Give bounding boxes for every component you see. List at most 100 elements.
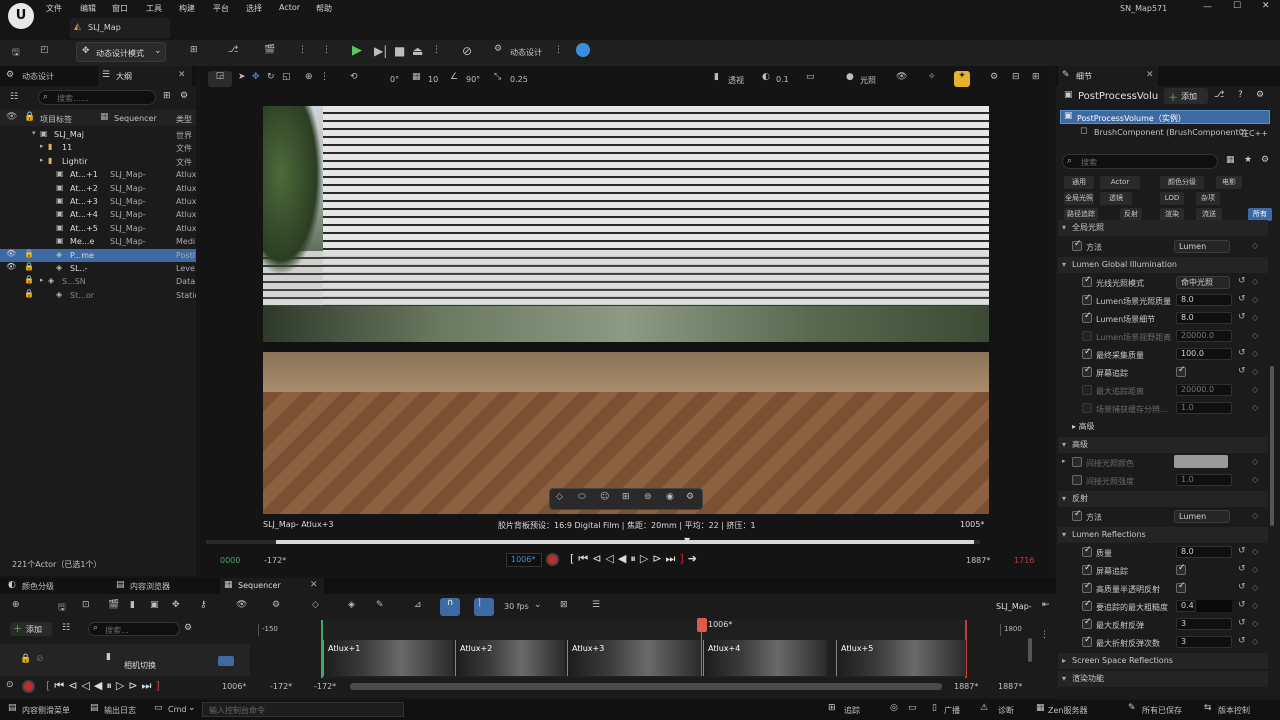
next-frame-icon[interactable]: ▷	[640, 552, 652, 565]
reset-icon[interactable]: ↺	[1238, 348, 1246, 358]
camera-cut-clip[interactable]: Atlux+4	[703, 640, 827, 676]
lock-icon[interactable]: 🔒	[24, 275, 34, 284]
section-header[interactable]: ▾ 反射	[1058, 491, 1268, 507]
star-icon[interactable]: ★	[1244, 155, 1252, 165]
fx-icon[interactable]: ⚙	[272, 600, 280, 610]
brush-icon[interactable]: ✎	[376, 600, 384, 610]
camera-speed-icon[interactable]: ◐	[762, 72, 770, 82]
reset-icon[interactable]: ↺	[1238, 582, 1246, 592]
play-icon[interactable]: ▶	[352, 43, 362, 58]
indirect-color-checkbox[interactable]	[1072, 457, 1082, 467]
version-control-label[interactable]: 版本控制	[1218, 705, 1250, 716]
camera-cut-clip[interactable]: Atlux+2	[455, 640, 565, 676]
loop-icon[interactable]: ⊙	[6, 680, 14, 690]
angle-snap-icon[interactable]: ∠	[450, 72, 458, 82]
keyframe-icon[interactable]: ◇	[1252, 385, 1258, 394]
add-component-button[interactable]: ＋ 添加	[1164, 88, 1208, 104]
keyframe-icon[interactable]: ◇	[1252, 457, 1258, 466]
camera-icon[interactable]: ▮	[130, 600, 135, 610]
expand-icon[interactable]: ⋮	[1040, 630, 1049, 640]
keyframe-icon[interactable]: ◇	[1252, 313, 1258, 322]
property-field[interactable]: 20000.0	[1176, 384, 1232, 396]
property-checkbox[interactable]	[1082, 365, 1092, 377]
solo-icon[interactable]: ⊘	[36, 654, 44, 664]
layers-icon[interactable]: ⊜	[644, 492, 652, 502]
loop-icon[interactable]: ➜	[688, 552, 701, 565]
section-header[interactable]: ▾ Lumen Global Illumination	[1058, 257, 1268, 273]
add-folder-icon[interactable]: ⊞	[163, 91, 171, 101]
perspective-label[interactable]: 透视	[728, 75, 744, 86]
component-root[interactable]: ▣ PostProcessVolume（实例）	[1060, 110, 1270, 124]
prev-frame-icon[interactable]: ◁	[81, 679, 93, 692]
property-field[interactable]: 1.0	[1176, 402, 1232, 414]
section-header[interactable]: ▸ Screen Space Reflections	[1058, 653, 1268, 669]
reset-icon[interactable]: ↺	[1238, 276, 1246, 286]
outliner-row[interactable]: ▣ At...+5 SLJ_Map- Atlux	[0, 222, 196, 235]
render-icon[interactable]: 🎬	[108, 600, 119, 610]
world-icon[interactable]: ⊕	[305, 72, 313, 82]
property-field[interactable]: 3	[1176, 618, 1232, 630]
more-icon[interactable]: ⋮	[322, 45, 331, 55]
keyframe-icon[interactable]: ◇	[1252, 583, 1258, 592]
surface-snap-icon[interactable]: ⟲	[350, 72, 358, 82]
tab-outliner[interactable]: ☰ 大纲 ✕	[98, 66, 192, 86]
more-icon[interactable]: ⋮	[298, 45, 307, 55]
magnet-icon[interactable]: ∩	[440, 598, 460, 616]
seq-pre-frame-2[interactable]: -172*	[314, 682, 336, 691]
next-key-icon[interactable]: ⊳	[128, 679, 141, 692]
scale-snap-icon[interactable]: ⤡	[494, 72, 501, 82]
record-icon[interactable]	[22, 680, 35, 693]
grid-value[interactable]: 10	[428, 75, 438, 84]
find-icon[interactable]: ⊡	[82, 600, 90, 610]
lit-label[interactable]: 光照	[860, 75, 876, 86]
back-icon[interactable]: ⇤	[1042, 600, 1050, 610]
rotation-value[interactable]: 0°	[390, 75, 399, 84]
to-end-icon[interactable]: ⏭	[142, 679, 156, 692]
v-scroll[interactable]	[1028, 638, 1032, 662]
cursor-icon[interactable]: ➤	[238, 72, 246, 82]
property-checkbox[interactable]	[1082, 311, 1092, 323]
property-field[interactable]: 20000.0	[1176, 330, 1232, 342]
browse-icon[interactable]: ◰	[40, 45, 49, 55]
keyframe-icon[interactable]: ◇	[1252, 367, 1258, 376]
gear-icon[interactable]: ⚙	[686, 492, 694, 502]
seq-pre-frame[interactable]: -172*	[270, 682, 292, 691]
close-icon[interactable]: ✕	[310, 580, 318, 590]
expand-arrow-icon[interactable]: ▾	[32, 129, 36, 137]
select-mode-icon[interactable]: ◲	[208, 71, 232, 87]
outliner-row[interactable]: ▣ At...+3 SLJ_Map- Atlux	[0, 195, 196, 208]
map-tab[interactable]: ◭ SLJ_Map	[70, 18, 170, 38]
expand-arrow-icon[interactable]: ▸	[40, 156, 44, 164]
pre-frame[interactable]: -172*	[264, 556, 286, 565]
reset-icon[interactable]: ↺	[1238, 546, 1246, 556]
blueprint-icon[interactable]: ⎇	[1214, 90, 1224, 100]
reset-icon[interactable]: ↺	[1238, 564, 1246, 574]
lock-icon[interactable]: 🔒	[24, 249, 34, 258]
filter-tab[interactable]: 全局光照	[1064, 192, 1094, 205]
filter-tab[interactable]: 杂项	[1196, 192, 1220, 205]
property-checkbox[interactable]	[1082, 275, 1092, 287]
expand-arrow-icon[interactable]: ▸	[1062, 457, 1066, 465]
settings-icon[interactable]: ⚙	[1256, 90, 1264, 100]
rotate-icon[interactable]: ↻	[267, 72, 275, 82]
ref-method-dropdown[interactable]: Lumen	[1174, 510, 1230, 523]
filter-tab[interactable]: LOD	[1160, 192, 1184, 205]
reverse-icon[interactable]: ◀	[618, 552, 630, 565]
step-icon[interactable]: ▶|	[374, 44, 387, 58]
camera-add-icon[interactable]: ▣	[150, 600, 159, 610]
trace-icon[interactable]: ⊞	[828, 703, 836, 713]
cylinder-icon[interactable]: ⬭	[578, 492, 586, 502]
outliner-row[interactable]: ▣ At...+1 SLJ_Map- Atlux	[0, 168, 196, 181]
show-icon[interactable]: 👁	[896, 72, 907, 82]
menu-item[interactable]: 文件	[46, 3, 62, 14]
property-checkbox[interactable]	[1082, 563, 1092, 575]
scene-render[interactable]: ◇ ⬭ ☺ ⊞ ⊜ ◉ ⚙	[263, 106, 989, 514]
outliner-row[interactable]: ◈ 👁 🔒 P...me Postl	[0, 248, 196, 262]
keyframe-icon[interactable]: ◇	[1252, 241, 1258, 250]
saved-label[interactable]: 所有已保存	[1142, 705, 1182, 716]
lock-icon[interactable]: 🔒	[20, 654, 31, 664]
drawer-icon[interactable]: ▤	[8, 703, 17, 713]
reset-icon[interactable]: ↺	[1238, 618, 1246, 628]
keyframe-icon[interactable]: ◇	[1252, 637, 1258, 646]
property-checkbox[interactable]	[1082, 385, 1092, 395]
